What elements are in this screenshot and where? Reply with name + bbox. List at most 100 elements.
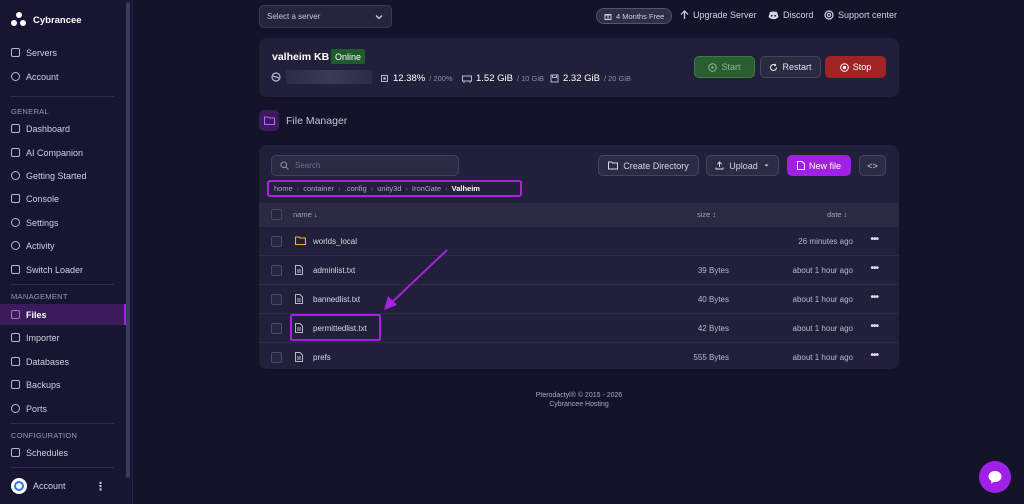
getting-started-icon — [11, 171, 20, 180]
promo-badge[interactable]: 4 Months Free — [596, 8, 673, 24]
more-vertical-icon[interactable]: ⋮ — [95, 480, 106, 493]
breadcrumb-container[interactable]: container — [303, 184, 334, 193]
sidebar-item-label: Schedules — [26, 447, 69, 458]
table-row[interactable]: adminlist.txt 39 Bytes about 1 hour ago … — [259, 255, 899, 284]
create-directory-button[interactable]: Create Directory — [598, 155, 699, 176]
upgrade-server-link[interactable]: Upgrade Server — [680, 10, 757, 20]
file-name[interactable]: adminlist.txt — [313, 266, 355, 275]
row-checkbox[interactable] — [271, 294, 282, 305]
sidebar-divider — [11, 423, 114, 424]
file-plus-icon — [796, 161, 805, 170]
gift-icon — [604, 14, 612, 20]
breadcrumb-irongate[interactable]: IronGate — [412, 184, 441, 193]
table-header: name ↓ size ↕ date ↕ — [259, 203, 899, 226]
breadcrumb-unity3d[interactable]: unity3d — [377, 184, 401, 193]
schedule-icon — [11, 448, 20, 457]
sidebar: Cybrancee Servers Account GENERAL Dashbo… — [0, 0, 133, 504]
sidebar-item-schedules[interactable]: Schedules — [0, 442, 126, 463]
more-horizontal-icon[interactable]: ••• — [870, 263, 878, 274]
sidebar-item-getting-started[interactable]: Getting Started — [0, 165, 126, 186]
sidebar-item-ai-companion[interactable]: AI Companion — [0, 142, 126, 163]
row-checkbox[interactable] — [271, 265, 282, 276]
sidebar-item-label: Databases — [26, 356, 70, 367]
sidebar-item-ports[interactable]: Ports — [0, 398, 126, 419]
upload-icon — [715, 161, 724, 170]
new-file-button[interactable]: New file — [787, 155, 851, 176]
footer: Pterodactyl® © 2015 - 2026 Cybrancee Hos… — [259, 391, 899, 409]
cpu-stat: 12.38% / 200% — [380, 73, 453, 84]
file-name[interactable]: worlds_local — [313, 237, 357, 246]
sidebar-item-label: Backups — [26, 379, 61, 390]
search-field[interactable] — [271, 155, 459, 176]
row-checkbox[interactable] — [271, 323, 282, 334]
account-icon — [11, 72, 20, 81]
restart-button[interactable]: Restart — [760, 56, 821, 78]
sidebar-item-switch-loader[interactable]: Switch Loader — [0, 259, 126, 280]
search-input[interactable] — [295, 161, 445, 170]
start-button[interactable]: Start — [694, 56, 755, 78]
upload-label: Upload — [729, 160, 758, 171]
discord-icon — [768, 11, 779, 19]
row-checkbox[interactable] — [271, 236, 282, 247]
select-all-checkbox[interactable] — [271, 209, 282, 220]
create-directory-label: Create Directory — [623, 160, 689, 171]
sidebar-item-console[interactable]: Console — [0, 188, 126, 209]
code-view-button[interactable]: <> — [859, 155, 886, 176]
sidebar-item-settings[interactable]: Settings — [0, 212, 126, 233]
sidebar-item-account[interactable]: Account — [0, 66, 126, 87]
sidebar-item-importer[interactable]: Importer — [0, 327, 126, 348]
arrow-up-icon — [680, 10, 689, 19]
disk-icon — [550, 74, 559, 83]
more-horizontal-icon[interactable]: ••• — [870, 321, 878, 332]
new-file-label: New file — [808, 160, 841, 171]
table-row[interactable]: worlds_local 26 minutes ago ••• — [259, 226, 899, 255]
cpu-value: 12.38% — [393, 73, 426, 84]
restart-icon — [770, 63, 778, 71]
column-name[interactable]: name ↓ — [293, 210, 318, 219]
discord-link[interactable]: Discord — [768, 10, 814, 20]
file-size: 555 Bytes — [693, 353, 729, 362]
file-icon — [295, 294, 303, 304]
row-checkbox[interactable] — [271, 352, 282, 363]
sidebar-item-activity[interactable]: Activity — [0, 235, 126, 256]
sidebar-item-files[interactable]: Files — [0, 304, 126, 325]
footer-copyright: Pterodactyl® © 2015 - 2026 — [535, 392, 623, 399]
sidebar-item-backups[interactable]: Backups — [0, 374, 126, 395]
file-manager-icon — [259, 110, 279, 131]
stop-button[interactable]: Stop — [825, 56, 886, 78]
page-title: File Manager — [286, 115, 348, 127]
more-horizontal-icon[interactable]: ••• — [870, 292, 878, 303]
file-name[interactable]: bannedlist.txt — [313, 295, 360, 304]
sidebar-item-label: Ports — [26, 403, 48, 414]
upload-button[interactable]: Upload — [706, 155, 779, 176]
column-date[interactable]: date ↕ — [827, 210, 847, 219]
more-horizontal-icon[interactable]: ••• — [870, 234, 878, 245]
more-horizontal-icon[interactable]: ••• — [870, 350, 878, 361]
breadcrumb-separator-icon: › — [296, 184, 300, 193]
file-size: 39 Bytes — [697, 266, 729, 275]
file-name[interactable]: prefs — [313, 353, 331, 362]
upgrade-label: Upgrade Server — [693, 10, 757, 20]
sidebar-scrollbar[interactable] — [126, 2, 130, 478]
table-row[interactable]: prefs 555 Bytes about 1 hour ago ••• — [259, 342, 899, 371]
sidebar-item-servers[interactable]: Servers — [0, 42, 126, 63]
brand[interactable]: Cybrancee — [11, 12, 82, 28]
file-date: about 1 hour ago — [792, 266, 854, 275]
server-name: valheim KB — [272, 51, 330, 63]
breadcrumb-home[interactable]: home — [274, 184, 293, 193]
sidebar-item-label: AI Companion — [26, 147, 84, 158]
sidebar-item-databases[interactable]: Databases — [0, 351, 126, 372]
column-size[interactable]: size ↕ — [697, 210, 716, 219]
breadcrumb-config[interactable]: .config — [345, 184, 367, 193]
file-size: 40 Bytes — [697, 295, 729, 304]
table-row[interactable]: bannedlist.txt 40 Bytes about 1 hour ago… — [259, 284, 899, 313]
sidebar-item-label: Servers — [26, 47, 58, 58]
sidebar-account[interactable]: Account ⋮ — [0, 474, 126, 498]
chat-button[interactable] — [979, 461, 1011, 493]
server-select[interactable]: Select a server — [259, 5, 392, 28]
caret-down-icon — [764, 164, 769, 167]
sidebar-item-label: Account — [26, 71, 59, 82]
settings-icon — [11, 218, 20, 227]
sidebar-item-dashboard[interactable]: Dashboard — [0, 118, 126, 139]
support-center-link[interactable]: Support center — [824, 10, 897, 20]
